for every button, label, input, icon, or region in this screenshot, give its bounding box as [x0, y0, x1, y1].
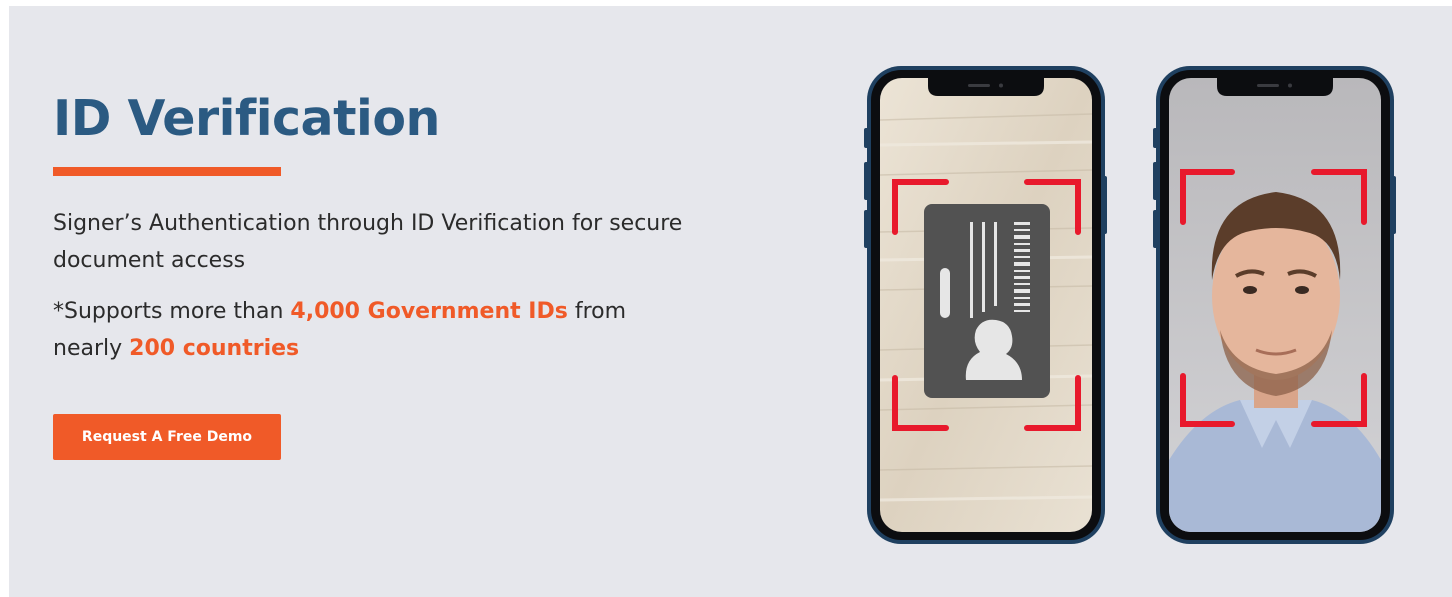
phones-illustration	[864, 66, 1396, 544]
phone-left	[864, 66, 1107, 544]
face-photo	[1169, 78, 1381, 532]
id-card-icon	[924, 204, 1050, 398]
phone-right	[1153, 66, 1396, 544]
